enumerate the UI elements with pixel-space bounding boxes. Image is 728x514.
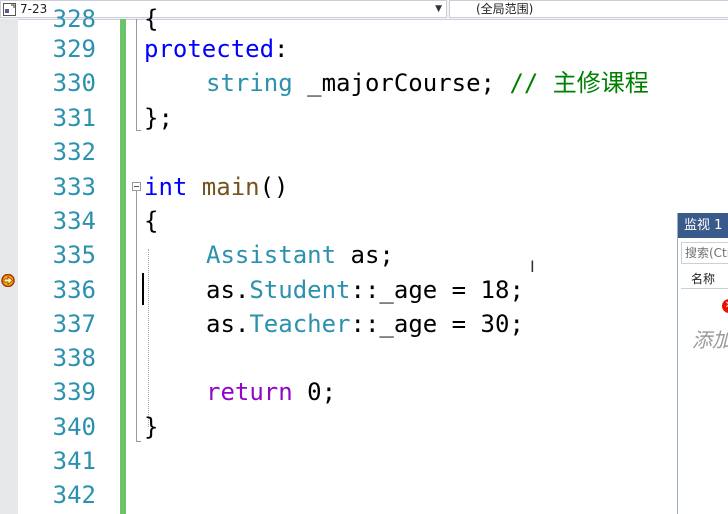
line-number: 333 — [52, 173, 96, 201]
line-number: 336 — [52, 276, 96, 304]
ide-window: 7-23 ▼ (全局范围) 328 329 330 331 332 333 33… — [0, 0, 728, 514]
function-name: main — [187, 173, 260, 201]
line-number: 340 — [52, 413, 96, 441]
keyword: protected — [144, 35, 275, 63]
class-icon — [3, 3, 16, 16]
code-token: () — [259, 173, 289, 201]
code-token: as. — [206, 310, 250, 338]
type-name: Teacher — [249, 310, 351, 338]
navigation-bar: 7-23 ▼ (全局范围) — [0, 0, 728, 20]
code-line: { — [144, 207, 159, 235]
code-line: { — [144, 5, 159, 33]
code-line: string _majorCourse; // 主修课程 — [206, 66, 649, 100]
type-name: Assistant — [206, 241, 337, 269]
line-number: 339 — [52, 378, 96, 406]
code-text-area[interactable]: { protected: string _majorCourse; // 主修课… — [126, 5, 728, 514]
line-number: 331 — [52, 104, 96, 132]
type-name: Student — [249, 276, 351, 304]
watch-search-input[interactable]: 搜索(Ctrl+E) — [681, 242, 728, 264]
indent-guide — [148, 249, 149, 427]
global-scope-dropdown[interactable]: (全局范围) — [449, 0, 728, 18]
chevron-down-icon: ▼ — [435, 4, 442, 14]
mouse-ibeam-icon: I — [530, 257, 535, 276]
code-token: ::_age = 30; — [350, 310, 524, 338]
code-line: as.Teacher::_age = 30; — [206, 307, 524, 341]
error-icon: ✕ — [722, 299, 728, 313]
code-token: as. — [206, 276, 250, 304]
comment: // 主修课程 — [509, 69, 649, 97]
watch-add-item[interactable]: 添加要监视的项 — [692, 324, 728, 353]
line-number-gutter: 328 329 330 331 332 333 334 335 336 337 … — [18, 5, 120, 514]
code-line: as.Student::_age = 18; — [206, 273, 524, 307]
watch-title[interactable]: 监视 1 — [678, 213, 728, 238]
type-name: string — [206, 69, 293, 97]
code-line: } — [144, 413, 159, 441]
outline-line — [136, 19, 137, 130]
current-statement-arrow-icon — [1, 274, 15, 287]
line-number: 329 — [52, 35, 96, 63]
line-number: 337 — [52, 310, 96, 338]
code-line: protected: — [144, 32, 289, 66]
code-editor[interactable]: 328 329 330 331 332 333 334 335 336 337 … — [0, 5, 728, 514]
code-token: : — [274, 35, 289, 63]
keyword: return — [206, 378, 293, 406]
line-number: 330 — [52, 69, 96, 97]
line-number: 342 — [52, 481, 96, 509]
line-number: 332 — [52, 138, 96, 166]
keyword: int — [144, 173, 188, 201]
line-number: 334 — [52, 207, 96, 235]
outline-line — [136, 191, 137, 441]
outline-end — [136, 130, 141, 131]
collapse-toggle[interactable] — [132, 182, 141, 191]
code-line: int main() — [144, 170, 289, 204]
line-number: 338 — [52, 344, 96, 372]
code-token: ::_age = 18; — [350, 276, 524, 304]
line-number: 335 — [52, 241, 96, 269]
global-scope-label: (全局范围) — [476, 2, 534, 16]
outline-end — [136, 441, 141, 442]
code-line: return 0; — [206, 375, 336, 409]
line-number: 328 — [52, 5, 96, 33]
code-token: _majorCourse; — [292, 69, 510, 97]
line-number: 341 — [52, 447, 96, 475]
watch-window[interactable]: 监视 1 搜索(Ctrl+E) 名称 ✕ 添加要监视的项 — [677, 213, 728, 514]
code-line: Assistant as; — [206, 238, 394, 272]
watch-column-name[interactable]: 名称 — [681, 269, 728, 289]
code-token: 0; — [292, 378, 337, 406]
text-cursor — [142, 273, 144, 305]
code-token: as; — [336, 241, 394, 269]
code-line: }; — [144, 104, 173, 132]
